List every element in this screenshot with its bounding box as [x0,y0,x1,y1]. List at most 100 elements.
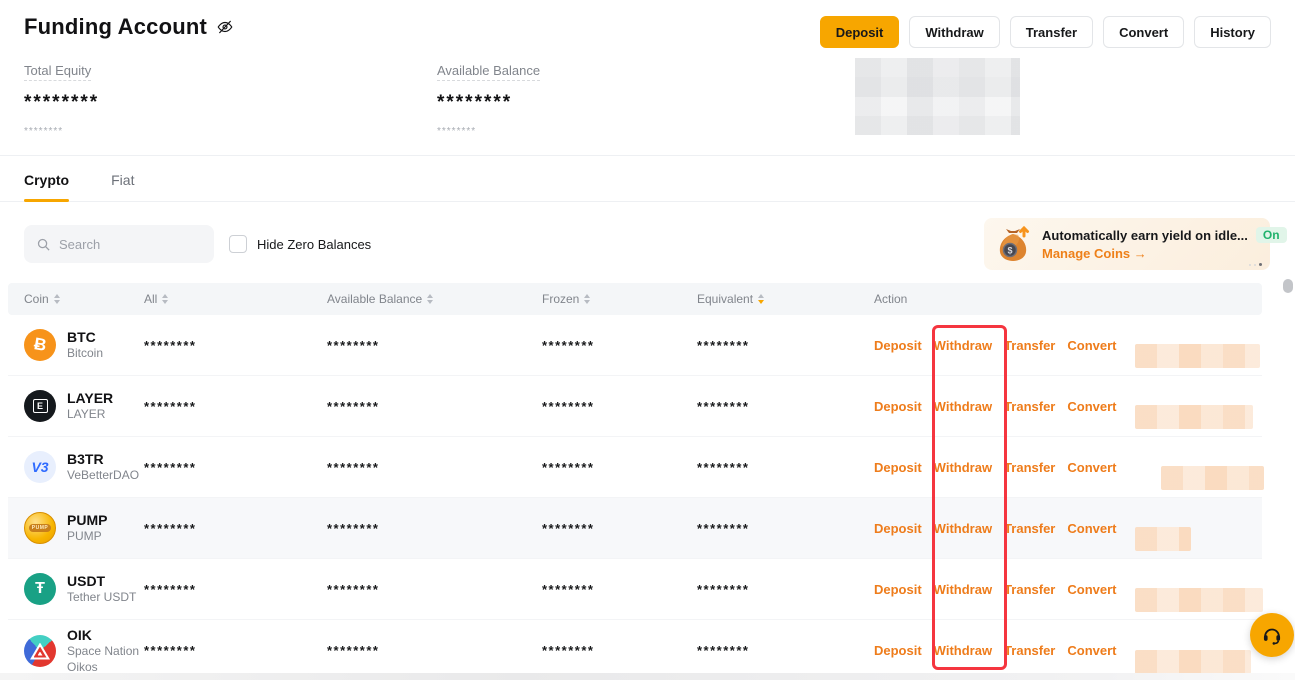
row-action-deposit[interactable]: Deposit [874,399,922,414]
coin-name: PUMP [67,529,107,545]
cell-frozen: ******** [542,643,697,658]
sort-icon [54,294,60,304]
available-balance-sub-value: ******** [437,126,850,137]
cell-available-balance: ******** [327,582,542,597]
cell-all: ******** [144,460,327,475]
column-header-available-balance[interactable]: Available Balance [327,292,542,306]
coin-symbol: LAYER [67,389,113,407]
sort-icon [584,294,590,304]
coin-symbol: BTC [67,328,103,346]
row-action-deposit[interactable]: Deposit [874,338,922,353]
cell-equivalent: ******** [697,582,874,597]
cell-equivalent: ******** [697,521,874,536]
column-header-frozen[interactable]: Frozen [542,292,697,306]
pixelated-privacy-blur [1135,405,1253,429]
carousel-dots [1249,263,1262,266]
search-input[interactable] [59,237,202,252]
available-balance-value: ******** [437,92,850,114]
row-action-transfer[interactable]: Transfer [1004,582,1055,597]
headset-icon [1261,624,1283,646]
row-action-withdraw[interactable]: Withdraw [934,338,992,353]
page-header: Funding Account Deposit Withdraw Transfe… [24,14,1271,48]
cell-frozen: ******** [542,521,697,536]
funding-account-page: Funding Account Deposit Withdraw Transfe… [0,0,1295,680]
deposit-button[interactable]: Deposit [820,16,900,48]
coin-symbol: OIK [67,626,144,644]
coin-symbol: B3TR [67,450,139,468]
table-scrollbar-thumb[interactable] [1283,279,1293,293]
coin-name: LAYER [67,407,113,423]
money-bag-icon: $ [994,224,1034,264]
cell-available-balance: ******** [327,338,542,353]
hide-zero-balances-control[interactable]: Hide Zero Balances [229,235,371,253]
coin-symbol: PUMP [67,511,107,529]
row-action-transfer[interactable]: Transfer [1004,521,1055,536]
row-action-withdraw[interactable]: Withdraw [934,521,992,536]
header-actions: Deposit Withdraw Transfer Convert Histor… [820,16,1271,48]
table-row: Ŧ USDT Tether USDT ******** ******** ***… [8,559,1262,620]
withdraw-button[interactable]: Withdraw [909,16,999,48]
cell-all: ******** [144,338,327,353]
total-equity-value: ******** [24,92,437,114]
transfer-button[interactable]: Transfer [1010,16,1093,48]
cell-equivalent: ******** [697,643,874,658]
pixelated-privacy-blur [855,58,1020,135]
row-action-withdraw[interactable]: Withdraw [934,582,992,597]
cell-all: ******** [144,643,327,658]
row-action-transfer[interactable]: Transfer [1004,643,1055,658]
bottom-scroll-shadow [0,673,1295,680]
row-action-withdraw[interactable]: Withdraw [934,460,992,475]
pixelated-privacy-blur [1135,344,1260,368]
pump-coin-icon: PUMP [24,512,56,544]
balance-summary: Total Equity ******** ******** Available… [24,62,850,137]
section-divider [0,155,1295,156]
cell-available-balance: ******** [327,643,542,658]
coin-name: Tether USDT [67,590,136,606]
row-action-deposit[interactable]: Deposit [874,521,922,536]
cell-equivalent: ******** [697,460,874,475]
row-action-withdraw[interactable]: Withdraw [934,399,992,414]
row-action-transfer[interactable]: Transfer [1004,338,1055,353]
cell-all: ******** [144,582,327,597]
column-header-coin[interactable]: Coin [24,292,144,306]
layer-coin-icon: E [24,390,56,422]
support-chat-button[interactable] [1250,613,1294,657]
history-button[interactable]: History [1194,16,1271,48]
row-action-convert[interactable]: Convert [1067,521,1116,536]
row-action-convert[interactable]: Convert [1067,460,1116,475]
row-action-deposit[interactable]: Deposit [874,643,922,658]
hide-balance-icon[interactable] [216,18,234,36]
cell-frozen: ******** [542,582,697,597]
convert-button[interactable]: Convert [1103,16,1184,48]
table-header-row: Coin All Available Balance Frozen Equiva… [8,283,1262,315]
btc-coin-icon: Ƀ [24,329,56,361]
column-header-equivalent[interactable]: Equivalent [697,292,874,306]
coin-name: Bitcoin [67,346,103,362]
yield-banner-title: Automatically earn yield on idle... [1042,228,1248,243]
table-row: V3 B3TR VeBetterDAO ******** ******** **… [8,437,1262,498]
row-action-convert[interactable]: Convert [1067,643,1116,658]
column-header-all[interactable]: All [144,292,327,306]
yield-banner[interactable]: $ Automatically earn yield on idle... On… [984,218,1270,270]
cell-available-balance: ******** [327,399,542,414]
sort-icon-active [758,294,764,304]
manage-coins-link[interactable]: Manage Coins → [1042,246,1260,261]
row-action-transfer[interactable]: Transfer [1004,399,1055,414]
row-action-convert[interactable]: Convert [1067,338,1116,353]
row-action-withdraw[interactable]: Withdraw [934,643,992,658]
tab-fiat[interactable]: Fiat [111,172,134,201]
tab-crypto[interactable]: Crypto [24,172,69,201]
sort-icon [162,294,168,304]
coin-name: VeBetterDAO [67,468,139,484]
row-action-convert[interactable]: Convert [1067,582,1116,597]
search-icon [36,237,51,252]
row-action-deposit[interactable]: Deposit [874,460,922,475]
row-action-transfer[interactable]: Transfer [1004,460,1055,475]
svg-text:$: $ [1007,246,1012,256]
page-title: Funding Account [24,14,207,40]
row-action-deposit[interactable]: Deposit [874,582,922,597]
hide-zero-checkbox[interactable] [229,235,247,253]
search-box[interactable] [24,225,214,263]
row-action-convert[interactable]: Convert [1067,399,1116,414]
cell-frozen: ******** [542,338,697,353]
